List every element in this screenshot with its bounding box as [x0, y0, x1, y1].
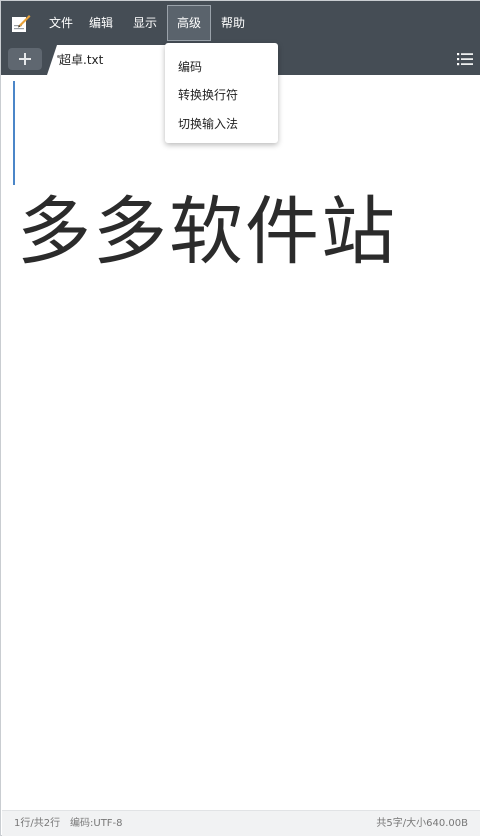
advanced-dropdown-menu: 编码 转换换行符 切换输入法: [165, 43, 278, 143]
status-size-info: 共5字/大小640.00B: [376, 818, 468, 829]
status-encoding: 编码:UTF-8: [70, 818, 123, 829]
list-icon[interactable]: [457, 52, 473, 66]
app-window: 文件 编辑 显示 高级 帮助 超卓.txt 多多软件站 编码 转换换行符 切换输…: [0, 0, 480, 836]
menu-help[interactable]: 帮助: [215, 1, 251, 45]
menu-advanced[interactable]: 高级: [167, 5, 211, 41]
menu-item-switch-input-method[interactable]: 切换输入法: [178, 110, 238, 138]
plus-icon[interactable]: [8, 48, 42, 70]
notepad-pen-icon[interactable]: [11, 13, 31, 33]
status-line-info: 1行/共2行: [14, 818, 61, 829]
editor-content[interactable]: 多多软件站: [17, 187, 397, 277]
tab-label: 超卓.txt: [59, 53, 104, 67]
text-editor[interactable]: [2, 75, 480, 810]
menu-view[interactable]: 显示: [127, 1, 163, 45]
menu-edit[interactable]: 编辑: [83, 1, 119, 45]
menu-file[interactable]: 文件: [43, 1, 79, 45]
text-caret: [13, 81, 15, 185]
menu-item-encoding[interactable]: 编码: [178, 53, 202, 81]
status-bar: 1行/共2行 编码:UTF-8 共5字/大小640.00B: [2, 810, 480, 836]
menu-bar: 文件 编辑 显示 高级 帮助: [1, 1, 480, 45]
menu-item-convert-line-endings[interactable]: 转换换行符: [178, 81, 238, 109]
